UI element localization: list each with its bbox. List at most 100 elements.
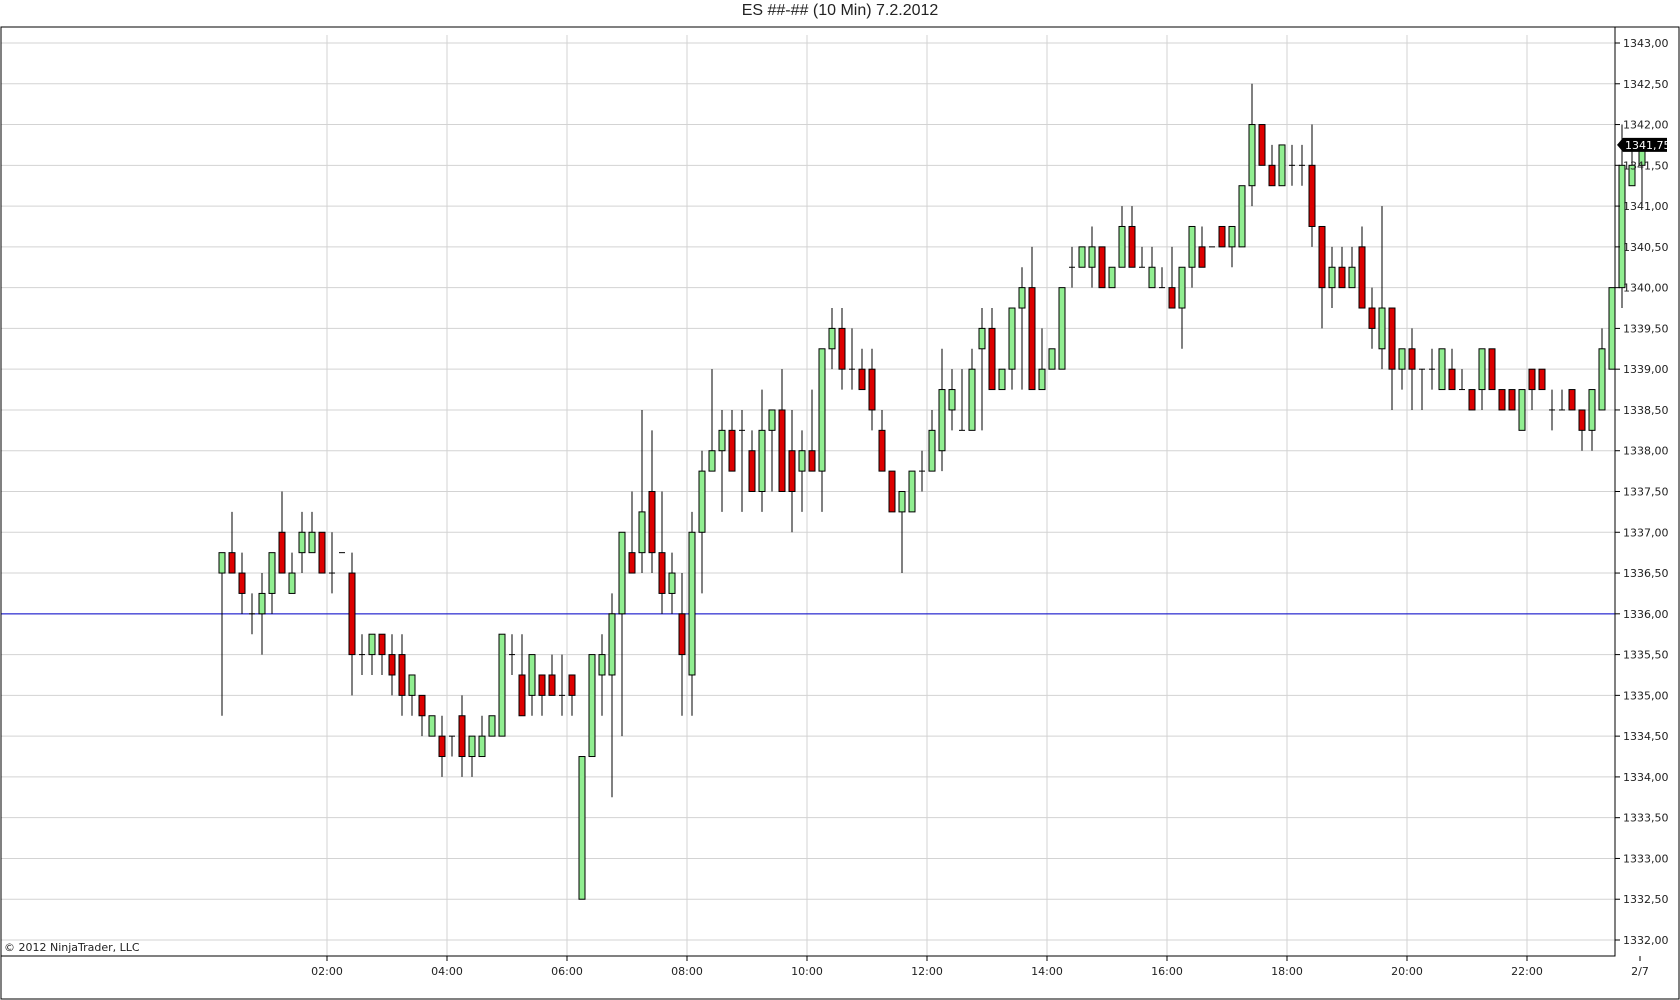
candle[interactable] [1608,287,1616,370]
candle[interactable] [618,531,626,737]
candle[interactable] [1588,389,1596,451]
candle[interactable] [1118,206,1126,268]
candle[interactable] [758,389,766,512]
candle[interactable] [1348,246,1356,289]
candle[interactable] [1198,226,1206,268]
candle[interactable] [329,532,335,594]
candle[interactable] [378,633,386,675]
candle[interactable] [238,552,246,614]
candle[interactable] [1188,225,1196,288]
candle[interactable] [778,369,786,493]
candle[interactable] [388,634,396,696]
candle[interactable] [878,409,886,472]
candle[interactable] [1168,246,1176,309]
candle[interactable] [249,593,255,635]
candle[interactable] [528,654,536,716]
candle[interactable] [218,552,226,716]
candle[interactable] [559,654,565,716]
candle[interactable] [1448,348,1456,391]
candle[interactable] [478,715,486,758]
candle[interactable] [718,409,726,512]
candle[interactable] [1069,246,1075,288]
candle[interactable] [1459,369,1465,391]
candle[interactable] [1008,307,1016,390]
candle[interactable] [788,409,796,533]
candle[interactable] [1498,389,1506,411]
candle[interactable] [449,735,455,757]
candle[interactable] [998,368,1006,391]
candle[interactable] [1038,328,1046,391]
candle[interactable] [908,470,916,513]
candle[interactable] [1058,287,1066,370]
candle[interactable] [658,491,666,614]
candle[interactable] [298,511,306,574]
candle[interactable] [1578,409,1586,451]
candle[interactable] [1088,226,1096,288]
candle[interactable] [748,430,756,492]
candle[interactable] [509,634,515,675]
candle[interactable] [588,654,596,758]
candle[interactable] [888,470,896,513]
candle[interactable] [728,409,736,472]
candle[interactable] [968,348,976,431]
candle[interactable] [818,348,826,512]
candle[interactable] [808,389,816,472]
candle[interactable] [708,369,716,472]
candle[interactable] [1268,144,1276,187]
candle[interactable] [1028,246,1036,391]
candle[interactable] [468,735,476,777]
candle[interactable] [498,633,506,737]
candle[interactable] [688,511,696,716]
candle[interactable] [938,348,946,472]
candle[interactable] [988,308,996,391]
candle[interactable] [868,348,876,431]
candle[interactable] [849,328,855,390]
candle[interactable] [678,573,686,716]
candle[interactable] [348,552,356,696]
candle[interactable] [1368,287,1376,349]
candle[interactable] [288,552,296,594]
candle[interactable] [1078,246,1086,268]
candle[interactable] [308,511,316,554]
candle[interactable] [1338,246,1346,289]
candle[interactable] [1538,368,1546,391]
candle[interactable] [538,674,546,716]
candle[interactable] [1248,83,1256,207]
candle[interactable] [1289,144,1295,186]
candle[interactable] [318,531,326,574]
candle[interactable] [1408,328,1416,410]
candle[interactable] [1388,307,1396,410]
candle[interactable] [1098,246,1106,289]
candle[interactable] [1528,368,1536,410]
candle[interactable] [1159,267,1165,289]
candle[interactable] [1048,348,1056,370]
candlestick-chart[interactable]: 1343,00 1342,50 1342,00 1341,50 1341,00 1340,… [0,0,1680,1000]
candle[interactable] [919,450,925,492]
candle[interactable] [228,511,236,574]
candle[interactable] [359,634,365,675]
candle[interactable] [858,348,866,391]
candle[interactable] [928,409,936,472]
candle[interactable] [1139,246,1145,268]
candle[interactable] [1108,266,1116,289]
candle[interactable] [258,573,266,655]
candle[interactable] [1508,389,1516,411]
candle[interactable] [1218,225,1226,248]
candle[interactable] [1429,348,1435,390]
candle[interactable] [1299,144,1305,186]
candle[interactable] [398,634,406,716]
candle[interactable] [438,715,446,777]
candle[interactable] [458,695,466,777]
candle[interactable] [548,654,556,696]
candle[interactable] [948,369,956,431]
candle[interactable] [1178,266,1186,349]
candle[interactable] [1308,124,1316,247]
candle[interactable] [1398,348,1406,390]
candle[interactable] [268,552,276,614]
candle[interactable] [838,308,846,390]
candle[interactable] [598,634,606,716]
candle[interactable] [1638,144,1646,207]
candle[interactable] [278,491,286,574]
candle[interactable] [568,674,576,716]
candle[interactable] [368,633,376,675]
